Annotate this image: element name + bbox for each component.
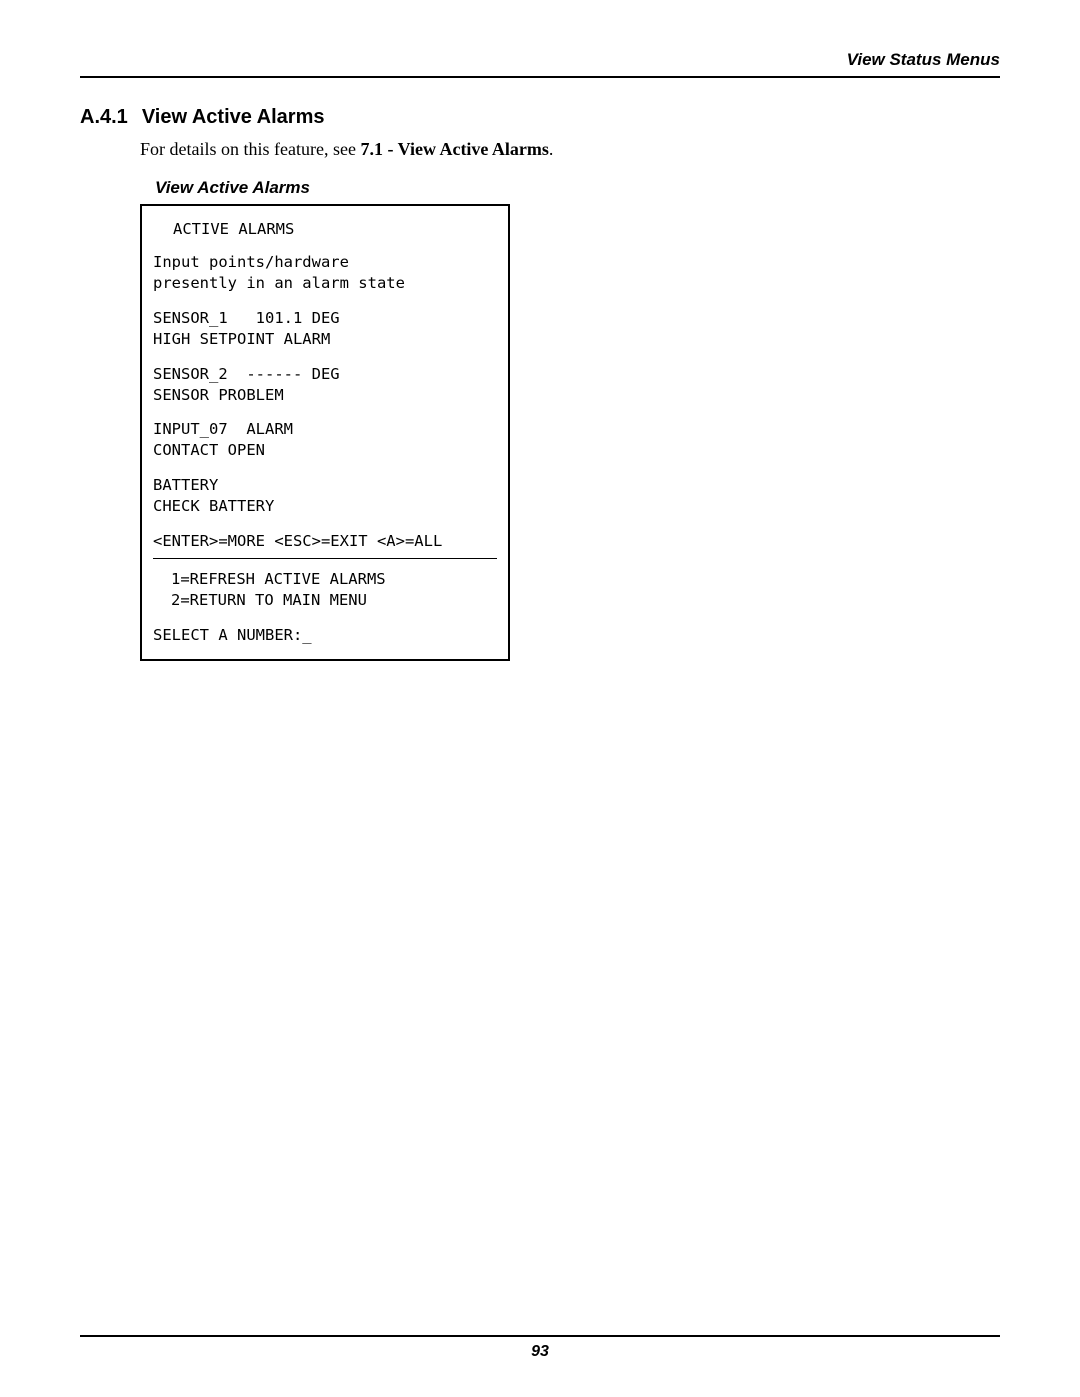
section-number: A.4.1 <box>80 106 128 129</box>
alarm-entry: BATTERY CHECK BATTERY <box>153 475 497 517</box>
alarm-entry: SENSOR_1 101.1 DEG HIGH SETPOINT ALARM <box>153 308 497 350</box>
desc-line: presently in an alarm state <box>153 273 497 294</box>
para-suffix: . <box>549 139 554 159</box>
page-footer: 93 <box>80 1335 1000 1361</box>
input-prompt[interactable]: SELECT A NUMBER:_ <box>153 625 497 646</box>
running-head: View Status Menus <box>80 50 1000 70</box>
panel-caption: View Active Alarms <box>155 178 1000 198</box>
page-number: 93 <box>80 1343 1000 1361</box>
panel-divider <box>153 558 497 559</box>
menu-option[interactable]: 2=RETURN TO MAIN MENU <box>171 590 497 611</box>
menu-option[interactable]: 1=REFRESH ACTIVE ALARMS <box>171 569 497 590</box>
alarm-line: CONTACT OPEN <box>153 440 497 461</box>
menu-options: 1=REFRESH ACTIVE ALARMS 2=RETURN TO MAIN… <box>171 569 497 611</box>
terminal-description: Input points/hardware presently in an al… <box>153 252 497 294</box>
header-rule <box>80 76 1000 78</box>
terminal-panel: ACTIVE ALARMS Input points/hardware pres… <box>140 204 510 661</box>
section-heading: A.4.1 View Active Alarms <box>80 106 1000 129</box>
cross-reference[interactable]: 7.1 - View Active Alarms <box>360 139 548 159</box>
desc-line: Input points/hardware <box>153 252 497 273</box>
alarm-line: CHECK BATTERY <box>153 496 497 517</box>
para-prefix: For details on this feature, see <box>140 139 360 159</box>
alarm-line: SENSOR_1 101.1 DEG <box>153 308 497 329</box>
nav-hint: <ENTER>=MORE <ESC>=EXIT <A>=ALL <box>153 531 497 552</box>
alarm-line: INPUT_07 ALARM <box>153 419 497 440</box>
footer-rule <box>80 1335 1000 1337</box>
alarm-line: HIGH SETPOINT ALARM <box>153 329 497 350</box>
section-title: View Active Alarms <box>142 106 325 128</box>
section-paragraph: For details on this feature, see 7.1 - V… <box>140 139 1000 160</box>
alarm-entry: INPUT_07 ALARM CONTACT OPEN <box>153 419 497 461</box>
alarm-line: SENSOR PROBLEM <box>153 385 497 406</box>
alarm-entry: SENSOR_2 ------ DEG SENSOR PROBLEM <box>153 364 497 406</box>
alarm-line: BATTERY <box>153 475 497 496</box>
page: View Status Menus A.4.1 View Active Alarm… <box>0 0 1080 1397</box>
alarm-line: SENSOR_2 ------ DEG <box>153 364 497 385</box>
terminal-title: ACTIVE ALARMS <box>173 219 497 240</box>
